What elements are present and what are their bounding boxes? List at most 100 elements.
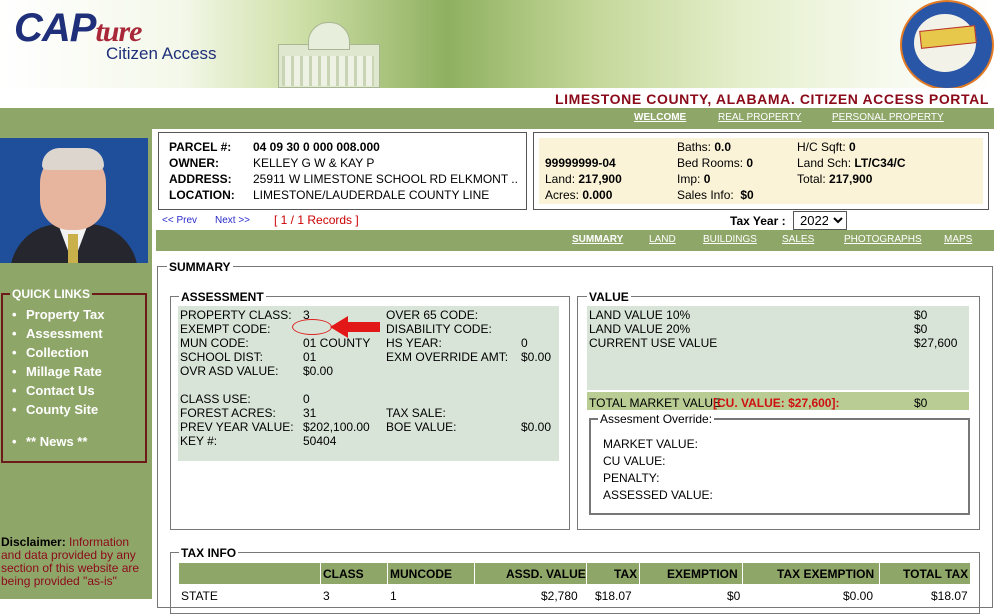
col-exemption: EXEMPTION — [667, 567, 738, 581]
total-market-label: TOTAL MARKET VALUE — [589, 396, 722, 410]
land-value-10-label: LAND VALUE 10% — [589, 308, 691, 322]
boe-value: $0.00 — [521, 420, 552, 434]
class-use-label: CLASS USE: — [180, 392, 251, 406]
tab-maps[interactable]: MAPS — [944, 234, 972, 245]
row-name: STATE — [181, 589, 218, 603]
row-tax: $18.07 — [595, 589, 632, 603]
land-value-10: $0 — [914, 308, 928, 322]
land-value: 217,900 — [578, 172, 622, 186]
total-market-value: $0 — [914, 396, 928, 410]
record-count: [ 1 / 1 Records ] — [274, 213, 359, 227]
tab-summary[interactable]: SUMMARY — [572, 234, 623, 245]
hc-sqft-value: 0 — [849, 140, 856, 154]
parcel-info-box: PARCEL #: 04 09 30 0 000 008.000 OWNER: … — [158, 132, 527, 210]
col-muncode: MUNCODE — [390, 567, 452, 581]
hc-sqft-label: H/C Sqft: — [797, 140, 846, 154]
annotation-arrow-icon — [330, 316, 380, 338]
imp-value: 0 — [703, 172, 711, 186]
exempt-code-label: EXEMPT CODE: — [180, 322, 271, 336]
total-value: 217,900 — [829, 172, 873, 186]
imp-label: Imp: — [677, 172, 701, 186]
value-info-box: 99999999-04 Land: 217,900 Acres: 0.000 B… — [533, 132, 989, 210]
tab-photographs[interactable]: PHOTOGRAPHS — [844, 234, 922, 245]
bedrooms-label: Bed Rooms: — [677, 156, 744, 170]
disclaimer: Disclaimer: Information and data provide… — [1, 535, 140, 588]
address-label: ADDRESS: — [169, 172, 232, 186]
location-label: LOCATION: — [169, 188, 235, 202]
ovr-asd-value: $0.00 — [303, 364, 334, 378]
row-exemption: $0 — [727, 589, 741, 603]
tax-year-select[interactable]: 2022 — [793, 211, 847, 230]
mun-code-value: 01 COUNTY — [303, 336, 371, 350]
logo-subtitle: Citizen Access — [106, 44, 217, 63]
row-total-tax: $18.07 — [931, 589, 968, 603]
assessment-title: ASSESSMENT — [179, 290, 266, 304]
col-assd-value: ASSD. VALUE — [506, 567, 586, 581]
parcel-number: 04 09 30 0 000 008.000 — [253, 140, 380, 154]
next-record-link[interactable]: Next >> — [215, 215, 250, 226]
baths-value: 0.0 — [714, 140, 732, 154]
row-assd-value: $2,780 — [541, 589, 578, 603]
col-class: CLASS — [323, 567, 364, 581]
owner-label: OWNER: — [169, 156, 219, 170]
hs-year-label: HS YEAR: — [386, 336, 442, 350]
quick-link-contact-us[interactable]: Contact Us — [12, 383, 105, 402]
exm-override-value: $0.00 — [521, 350, 552, 364]
quick-link-millage-rate[interactable]: Millage Rate — [12, 364, 105, 383]
hs-year-value: 0 — [521, 336, 528, 350]
current-use-value: $27,600 — [914, 336, 958, 350]
prev-record-link[interactable]: << Prev — [162, 215, 197, 226]
tab-land[interactable]: LAND — [649, 234, 676, 245]
tax-year-label: Tax Year : — [730, 214, 786, 228]
nav-real-property[interactable]: REAL PROPERTY — [718, 112, 801, 123]
property-class-label: PROPERTY CLASS: — [180, 308, 292, 322]
land-sch-label: Land Sch: — [797, 156, 852, 170]
row-muncode: 1 — [390, 589, 397, 603]
quick-link-assessment[interactable]: Assessment — [12, 326, 105, 345]
official-photo — [0, 138, 148, 263]
detail-tabs: SUMMARY LAND BUILDINGS SALES PHOTOGRAPHS… — [156, 230, 994, 251]
class-use-value: 0 — [303, 392, 310, 406]
address-value: 25911 W LIMESTONE SCHOOL RD ELKMONT .. — [253, 172, 518, 186]
site-header: CAPture Citizen Access — [0, 0, 994, 88]
tab-buildings[interactable]: BUILDINGS — [703, 234, 757, 245]
sales-info-label: Sales Info: — [677, 188, 734, 202]
land-value-20-label: LAND VALUE 20% — [589, 322, 691, 336]
ovr-asd-label: OVR ASD VALUE: — [180, 364, 279, 378]
land-sch-value: LT/C34/C — [854, 156, 906, 170]
nav-personal-property[interactable]: PERSONAL PROPERTY — [832, 112, 944, 123]
school-dist-label: SCHOOL DIST: — [180, 350, 263, 364]
total-label: Total: — [797, 172, 826, 186]
quick-link-property-tax[interactable]: Property Tax — [12, 307, 105, 326]
left-sidebar: QUICK LINKS Property Tax Assessment Coll… — [0, 129, 152, 599]
override-assessed-label: ASSESSED VALUE: — [603, 488, 713, 502]
sales-info-value: $0 — [740, 188, 754, 202]
override-cu-label: CU VALUE: — [603, 454, 666, 468]
prev-year-value: $202,100.00 — [303, 420, 370, 434]
quick-link-news[interactable]: ** News ** — [12, 434, 87, 449]
courthouse-image — [268, 16, 388, 88]
col-tax-exemption: TAX EXEMPTION — [777, 567, 875, 581]
key-label: KEY #: — [180, 434, 218, 448]
nav-welcome[interactable]: WELCOME — [634, 112, 686, 123]
prev-year-label: PREV YEAR VALUE: — [180, 420, 294, 434]
disability-label: DISABILITY CODE: — [386, 322, 492, 336]
owner-value: KELLEY G W & KAY P — [253, 156, 375, 170]
over65-label: OVER 65 CODE: — [386, 308, 479, 322]
override-penalty-label: PENALTY: — [603, 471, 660, 485]
school-dist-value: 01 — [303, 350, 317, 364]
tax-sale-label: TAX SALE: — [386, 406, 446, 420]
acres-value: 0.000 — [582, 188, 613, 202]
override-title: Assesment Override: — [598, 412, 715, 426]
col-tax: TAX — [614, 567, 638, 581]
forest-acres-value: 31 — [303, 406, 317, 420]
table-row: STATE 3 1 $2,780 $18.07 $0 $0.00 $18.07 — [179, 585, 970, 605]
tab-sales[interactable]: SALES — [782, 234, 814, 245]
land-label: Land: — [545, 172, 576, 186]
quick-link-collection[interactable]: Collection — [12, 345, 105, 364]
quick-links-title: QUICK LINKS — [10, 287, 92, 301]
cu-value-note: [CU. VALUE: $27,600]: — [713, 396, 840, 410]
mun-code-label: MUN CODE: — [180, 336, 249, 350]
forest-acres-label: FOREST ACRES: — [180, 406, 276, 420]
quick-link-county-site[interactable]: County Site — [12, 402, 105, 421]
